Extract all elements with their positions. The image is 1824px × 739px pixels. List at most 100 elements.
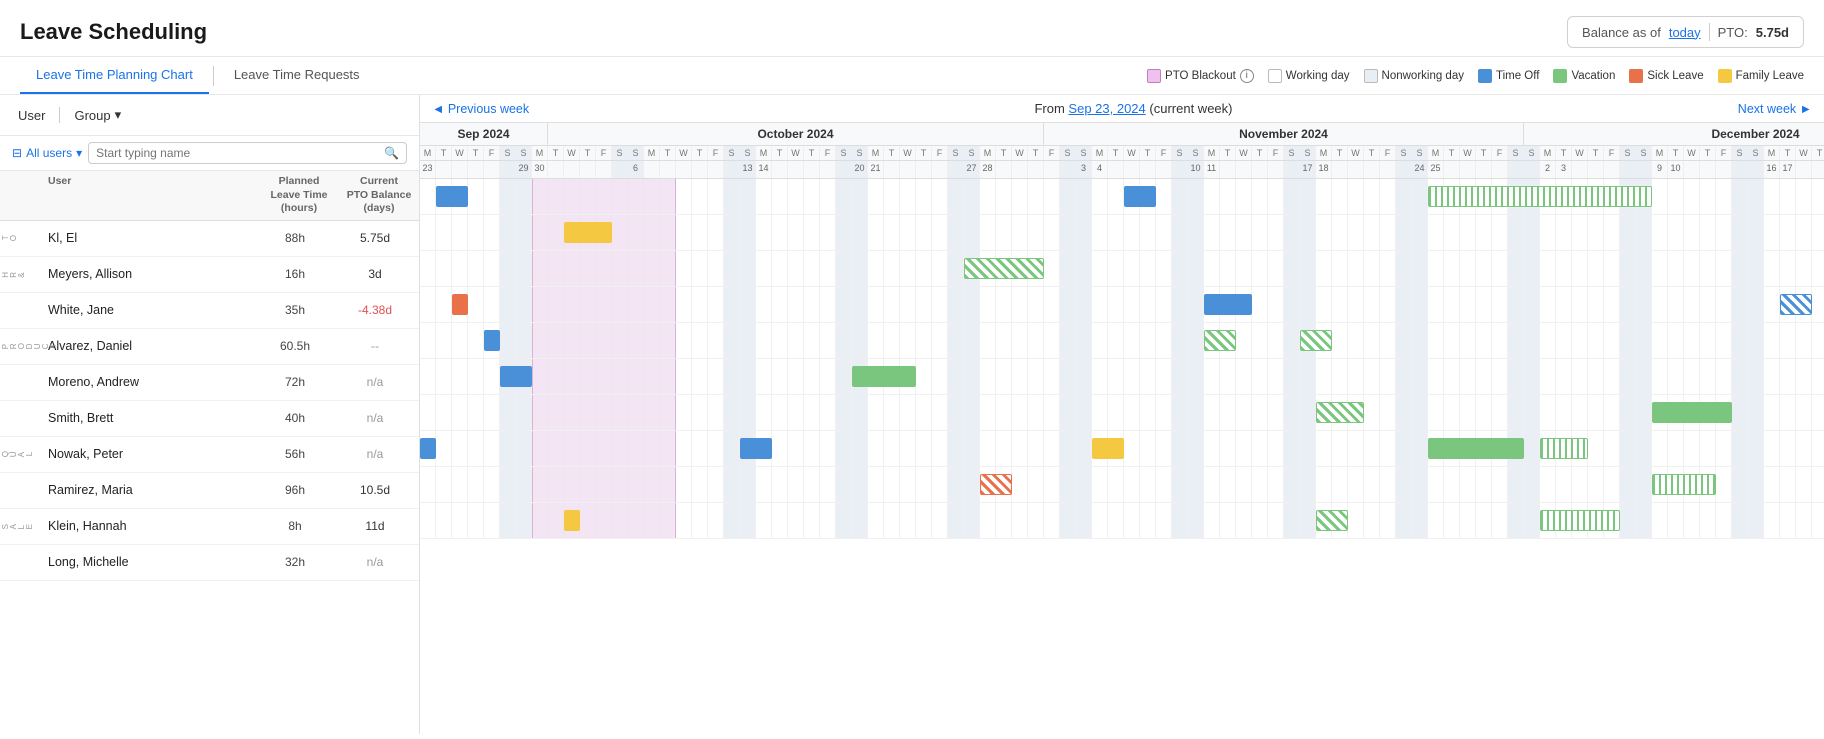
day-col (564, 467, 580, 502)
week-date-cell (644, 161, 660, 178)
day-col (452, 323, 468, 358)
day-header-cell: T (1476, 146, 1492, 160)
day-col (1108, 179, 1124, 214)
group-button[interactable]: Group ▾ (68, 103, 127, 127)
working-swatch (1268, 69, 1282, 83)
day-col (1044, 431, 1060, 466)
today-link[interactable]: today (1669, 25, 1701, 40)
day-col (1460, 323, 1476, 358)
day-col (1700, 323, 1716, 358)
day-col (660, 503, 676, 538)
day-col (964, 215, 980, 250)
day-col (852, 251, 868, 286)
day-col (1732, 323, 1748, 358)
balance-badge: Balance as of today PTO: 5.75d (1567, 16, 1804, 48)
user-button[interactable]: User (12, 104, 51, 127)
day-col (868, 431, 884, 466)
day-col (1220, 467, 1236, 502)
legend-vacation-label: Vacation (1571, 70, 1615, 82)
legend-vacation: Vacation (1553, 69, 1615, 83)
day-col (1620, 503, 1636, 538)
day-col (804, 431, 820, 466)
filter-button[interactable]: ⊟ All users ▾ (12, 146, 82, 160)
tab-planning[interactable]: Leave Time Planning Chart (20, 57, 209, 94)
day-col (452, 467, 468, 502)
pto-balance-value: 10.5d (335, 483, 415, 497)
day-col (1620, 395, 1636, 430)
day-col (516, 287, 532, 322)
day-col (548, 251, 564, 286)
day-col (740, 323, 756, 358)
legend-timeoff: Time Off (1478, 69, 1539, 83)
day-col (1044, 251, 1060, 286)
day-col (1748, 395, 1764, 430)
day-col (836, 287, 852, 322)
leave-bar (1316, 510, 1348, 531)
info-icon[interactable]: i (1240, 69, 1254, 83)
user-row: PRODUCT Alvarez, Daniel 60.5h -- (0, 329, 419, 365)
day-col (1796, 503, 1812, 538)
day-col (628, 179, 644, 214)
right-panel[interactable]: ◄ Previous week From Sep 23, 2024 (curre… (420, 95, 1824, 734)
day-col (820, 431, 836, 466)
day-header-cell: T (1668, 146, 1684, 160)
day-header-cell: W (1460, 146, 1476, 160)
day-col (1668, 359, 1684, 394)
leave-bar (980, 474, 1012, 495)
day-col (1124, 359, 1140, 394)
day-header-cell: W (452, 146, 468, 160)
day-col (1668, 287, 1684, 322)
day-col (548, 431, 564, 466)
day-col (756, 179, 772, 214)
day-col (724, 359, 740, 394)
day-col (1476, 359, 1492, 394)
day-col (708, 359, 724, 394)
day-col (1156, 467, 1172, 502)
day-header-cell: S (1396, 146, 1412, 160)
day-col (1012, 215, 1028, 250)
day-col (1348, 215, 1364, 250)
day-col (1220, 359, 1236, 394)
day-col (948, 503, 964, 538)
week-date-cell (1156, 161, 1172, 178)
week-date-cell (884, 161, 900, 178)
next-week-button[interactable]: Next week ► (1738, 102, 1812, 116)
day-col (1460, 359, 1476, 394)
day-col (708, 323, 724, 358)
week-date-cell (1012, 161, 1028, 178)
day-col (1524, 359, 1540, 394)
day-header-cell: S (1188, 146, 1204, 160)
day-col (1140, 467, 1156, 502)
search-input[interactable] (96, 146, 379, 160)
day-col (788, 359, 804, 394)
day-col (1156, 179, 1172, 214)
day-col (1348, 287, 1364, 322)
day-col (1748, 323, 1764, 358)
week-date-cell: 24 (1412, 161, 1428, 178)
prev-week-button[interactable]: ◄ Previous week (432, 102, 529, 116)
day-col (1396, 179, 1412, 214)
day-col (996, 359, 1012, 394)
day-col (1108, 467, 1124, 502)
month-header: December 2024 (1524, 123, 1824, 145)
month-header: October 2024 (548, 123, 1044, 145)
day-col (420, 359, 436, 394)
day-col (580, 431, 596, 466)
day-col (852, 323, 868, 358)
day-col (788, 215, 804, 250)
day-col (884, 215, 900, 250)
day-col (564, 323, 580, 358)
day-col (1428, 251, 1444, 286)
dept-label: HR& (0, 270, 40, 280)
day-col (420, 503, 436, 538)
day-col (500, 251, 516, 286)
day-col (1460, 395, 1476, 430)
day-col (1764, 215, 1780, 250)
tab-requests[interactable]: Leave Time Requests (218, 57, 376, 94)
planned-value: 8h (255, 519, 335, 533)
day-header-cell: M (532, 146, 548, 160)
day-col (1732, 215, 1748, 250)
from-date-link[interactable]: Sep 23, 2024 (1068, 101, 1145, 116)
leave-bar (1092, 438, 1124, 459)
day-col (1076, 503, 1092, 538)
